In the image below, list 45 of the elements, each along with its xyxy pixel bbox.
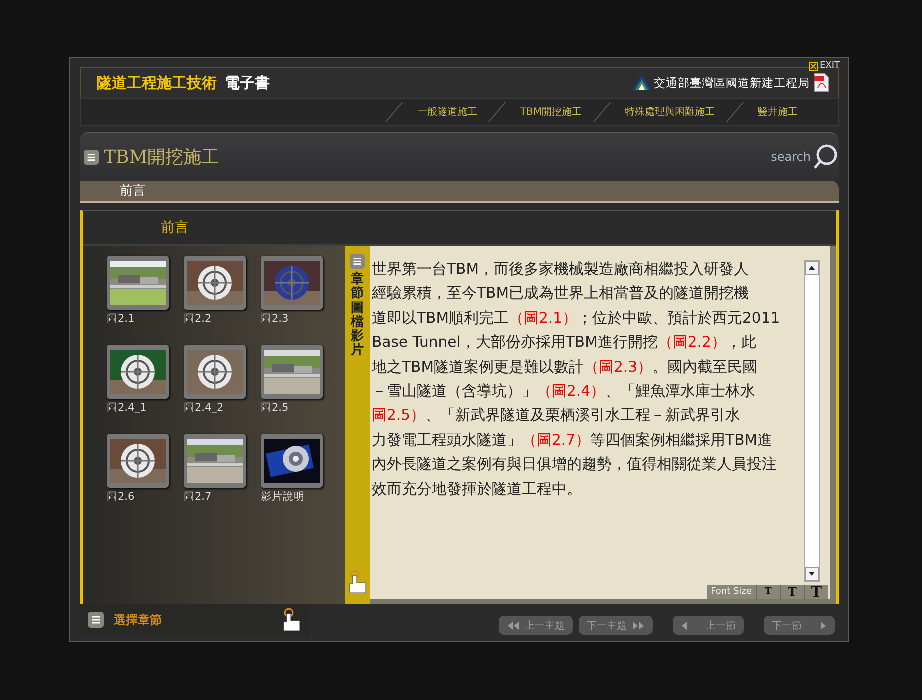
close-icon	[808, 62, 818, 70]
pdf-icon[interactable]	[814, 73, 830, 93]
nav-tab[interactable]: 豎井施工	[736, 105, 818, 119]
thumbnail-frame[interactable]	[107, 434, 169, 488]
scroll-up-icon[interactable]	[805, 261, 819, 275]
scroll-down-icon[interactable]	[805, 567, 819, 581]
menu-icon[interactable]	[88, 612, 104, 628]
agency-name: 交通部臺灣區國道新建工程局	[654, 76, 810, 90]
breadcrumb-text: 前言	[120, 183, 146, 200]
thumbnail-label: 圖2.3	[261, 312, 290, 326]
scrollbar[interactable]	[804, 260, 820, 582]
thumbnail-frame[interactable]	[107, 256, 169, 310]
thumbnail-frame[interactable]	[261, 256, 323, 310]
section-title: TBM開挖施工	[104, 146, 220, 169]
thumbnail-label: 圖2.4_2	[184, 401, 225, 415]
article-text: 世界第一台TBM，而後多家機械製造廠商相繼投入研發人 經驗累積，至今TBM已成為世界上相當普及的隧道開挖機 道即以TBM順利完工（圖2.1）；位於中歐、預計於西元2011 Base Tunnel，大部份亦採用TBM進行開挖（圖2.2），此 地之TBM隧道案例更是難以數計（圖2.3）。國內截至民國 －雪山隧道（含導坑）」（圖2.4）、「鯉魚潭水庫士林水 圖2.5）、「新武界隧道及栗栖溪引水工程－新武界引水 力發電工程頭水隧道」（圖2.7）等四個案例相繼採用TBM進 內外長隧道之案例有與日俱增的趨勢，值得相關從業人員投注 效而充分地發揮於隧道工程中。	[372, 260, 782, 500]
nav-tab[interactable]: 一般隧道施工	[395, 105, 498, 119]
thumbnail-label: 圖2.5	[261, 401, 290, 415]
mountain-logo-icon	[633, 76, 651, 90]
app-subtitle: 電子書	[225, 74, 270, 92]
app-title: 隧道工程施工技術	[97, 74, 217, 92]
thumbnail-label: 圖2.7	[184, 490, 213, 504]
thumbnail-label: 圖2.2	[184, 312, 213, 326]
nav-tab[interactable]: TBM開挖施工	[498, 105, 602, 119]
search-icon[interactable]	[813, 144, 839, 170]
pointing-hand-icon	[282, 608, 302, 632]
thumbnail-frame[interactable]	[184, 256, 246, 310]
thumbnail-label: 圖2.4_1	[107, 401, 148, 415]
thumbnail-label: 圖2.6	[107, 490, 136, 504]
thumbnail-label: 影片說明	[261, 490, 306, 504]
side-tab[interactable]: 章節圖檔影片	[345, 246, 370, 604]
chapter-select-bar[interactable]: 選擇章節	[80, 604, 310, 636]
thumbnail-frame[interactable]	[184, 345, 246, 399]
thumbnail-frame[interactable]	[261, 345, 323, 399]
nav-tab[interactable]: 特殊處理與困難施工	[603, 105, 735, 119]
thumbnail-label: 圖2.1	[107, 312, 136, 326]
search-link[interactable]: search	[771, 150, 811, 164]
font-size-bar: Font Size T T T	[707, 585, 828, 599]
thumbnail-frame[interactable]	[184, 434, 246, 488]
thumbnail-frame[interactable]	[107, 345, 169, 399]
thumbnail-frame[interactable]	[261, 434, 323, 488]
exit-button[interactable]: EXIT	[808, 61, 840, 71]
menu-icon[interactable]	[84, 150, 99, 164]
pointing-hand-icon	[348, 570, 368, 594]
content-title: 前言	[161, 218, 189, 236]
